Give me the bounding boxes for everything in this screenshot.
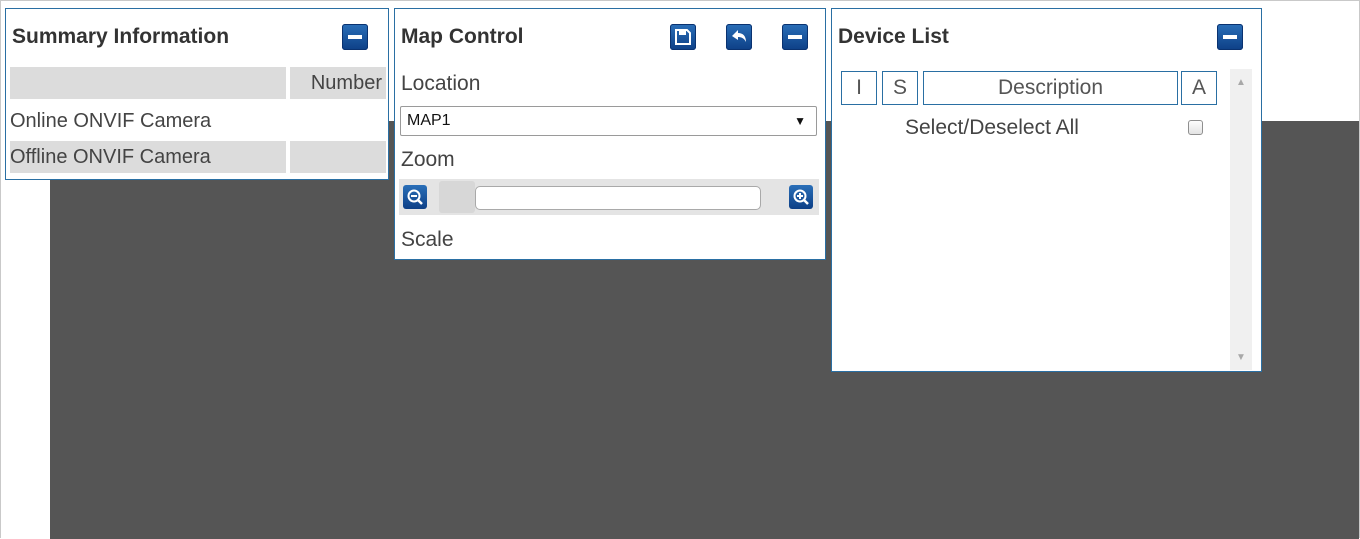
summary-collapse-button[interactable]	[342, 24, 368, 50]
minus-icon	[788, 35, 802, 39]
summary-panel: Summary Information Number Online ONVIF …	[5, 8, 389, 180]
zoom-out-icon	[407, 189, 423, 205]
scale-label: Scale	[401, 228, 454, 251]
summary-row-value	[290, 141, 386, 173]
map-control-collapse-button[interactable]	[782, 24, 808, 50]
zoom-out-button[interactable]	[403, 185, 427, 209]
select-all-label: Select/Deselect All	[905, 116, 1079, 139]
select-all-checkbox[interactable]	[1188, 120, 1203, 135]
device-list-scrollbar[interactable]: ▲ ▼	[1230, 69, 1252, 370]
dropdown-arrow-icon: ▼	[794, 114, 806, 128]
location-label: Location	[401, 72, 481, 95]
device-list-panel: Device List I S Description A Select/Des…	[831, 8, 1262, 372]
summary-row-value	[290, 105, 386, 137]
summary-row-online: Online ONVIF Camera	[10, 105, 386, 137]
summary-row-offline: Offline ONVIF Camera	[10, 141, 386, 173]
map-control-panel: Map Control Location MAP1 ▼ Zoom Scale	[394, 8, 826, 260]
save-button[interactable]	[670, 24, 696, 50]
summary-header-row: Number	[10, 67, 386, 99]
map-control-title: Map Control	[401, 25, 524, 48]
zoom-in-icon	[793, 189, 809, 205]
device-list-title: Device List	[838, 25, 949, 48]
column-header-a[interactable]: A	[1181, 71, 1217, 105]
summary-header-number: Number	[290, 67, 386, 99]
column-header-i[interactable]: I	[841, 71, 877, 105]
scroll-down-arrow-icon[interactable]: ▼	[1230, 352, 1252, 363]
undo-arrow-icon	[732, 30, 746, 42]
summary-row-label: Offline ONVIF Camera	[10, 141, 286, 173]
minus-icon	[348, 35, 362, 39]
zoom-slider-handle[interactable]	[439, 181, 475, 213]
summary-header-blank	[10, 67, 286, 99]
location-selected-value: MAP1	[407, 112, 451, 129]
zoom-in-button[interactable]	[789, 185, 813, 209]
zoom-label: Zoom	[401, 148, 455, 171]
location-select[interactable]: MAP1 ▼	[400, 106, 817, 136]
undo-button[interactable]	[726, 24, 752, 50]
minus-icon	[1223, 35, 1237, 39]
summary-title: Summary Information	[12, 25, 230, 48]
summary-row-label: Online ONVIF Camera	[10, 110, 212, 132]
device-list-collapse-button[interactable]	[1217, 24, 1243, 50]
floppy-disk-icon	[675, 29, 691, 45]
column-header-s[interactable]: S	[882, 71, 918, 105]
scroll-up-arrow-icon[interactable]: ▲	[1230, 77, 1252, 88]
zoom-control	[399, 179, 819, 215]
column-header-description[interactable]: Description	[923, 71, 1178, 105]
zoom-slider-track[interactable]	[475, 186, 761, 210]
